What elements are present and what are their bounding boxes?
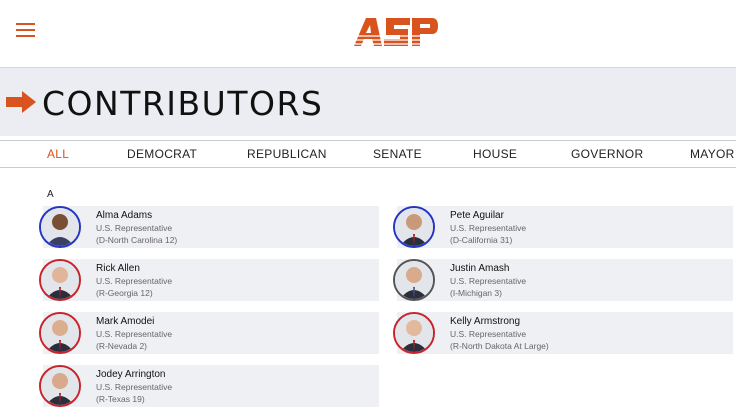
asp-logo[interactable] [352,14,438,50]
avatar [39,365,81,407]
contributor-name: Jodey Arrington [96,369,166,380]
page-title: CONTRIBUTORS [42,84,324,123]
contributor-name: Justin Amash [450,263,510,274]
contributor-district: (R-Nevada 2) [96,341,148,351]
contributor-role: U.S. Representative [450,329,527,339]
avatar [393,312,435,354]
contributor-role: U.S. Representative [96,329,173,339]
top-bar [0,0,736,66]
section-letter: A [47,189,54,200]
tab-democrat[interactable]: DEMOCRAT [127,147,197,161]
contributor-role: U.S. Representative [450,276,527,286]
contributor-role: U.S. Representative [450,223,527,233]
arrow-right-icon [6,91,36,113]
contributor-role: U.S. Representative [96,223,173,233]
title-band: CONTRIBUTORS [0,67,736,136]
contributor-district: (R-Georgia 12) [96,288,153,298]
hamburger-menu-icon[interactable] [16,23,35,37]
contributor-name: Mark Amodei [96,316,155,327]
contributor-name: Alma Adams [96,210,153,221]
contributor-name: Kelly Armstrong [450,316,521,327]
contributor-card[interactable]: Justin Amash U.S. Representative (I-Mich… [393,259,733,301]
avatar [393,206,435,248]
contributor-district: (D-California 31) [450,235,513,245]
tab-republican[interactable]: REPUBLICAN [247,147,327,161]
tab-senate[interactable]: SENATE [373,147,422,161]
avatar [39,259,81,301]
contributor-card[interactable]: Pete Aguilar U.S. Representative (D-Cali… [393,206,733,248]
filter-tabs: ALL DEMOCRAT REPUBLICAN SENATE HOUSE GOV… [0,140,736,168]
contributor-role: U.S. Representative [96,276,173,286]
tab-mayor[interactable]: MAYOR [690,147,735,161]
contributor-card[interactable]: Rick Allen U.S. Representative (R-Georgi… [39,259,379,301]
contributor-district: (D-North Carolina 12) [96,235,178,245]
contributor-name: Pete Aguilar [450,210,504,221]
avatar [39,206,81,248]
contributor-card[interactable]: Kelly Armstrong U.S. Representative (R-N… [393,312,733,354]
contributor-role: U.S. Representative [96,382,173,392]
tab-governor[interactable]: GOVERNOR [571,147,643,161]
contributor-district: (R-Texas 19) [96,394,145,404]
contributor-district: (I-Michigan 3) [450,288,502,298]
contributor-card[interactable]: Jodey Arrington U.S. Representative (R-T… [39,365,379,407]
avatar [393,259,435,301]
tab-all[interactable]: ALL [47,147,69,161]
tab-house[interactable]: HOUSE [473,147,517,161]
contributor-card[interactable]: Mark Amodei U.S. Representative (R-Nevad… [39,312,379,354]
contributor-district: (R-North Dakota At Large) [450,341,549,351]
contributor-card[interactable]: Alma Adams U.S. Representative (D-North … [39,206,379,248]
avatar [39,312,81,354]
contributor-name: Rick Allen [96,263,140,274]
